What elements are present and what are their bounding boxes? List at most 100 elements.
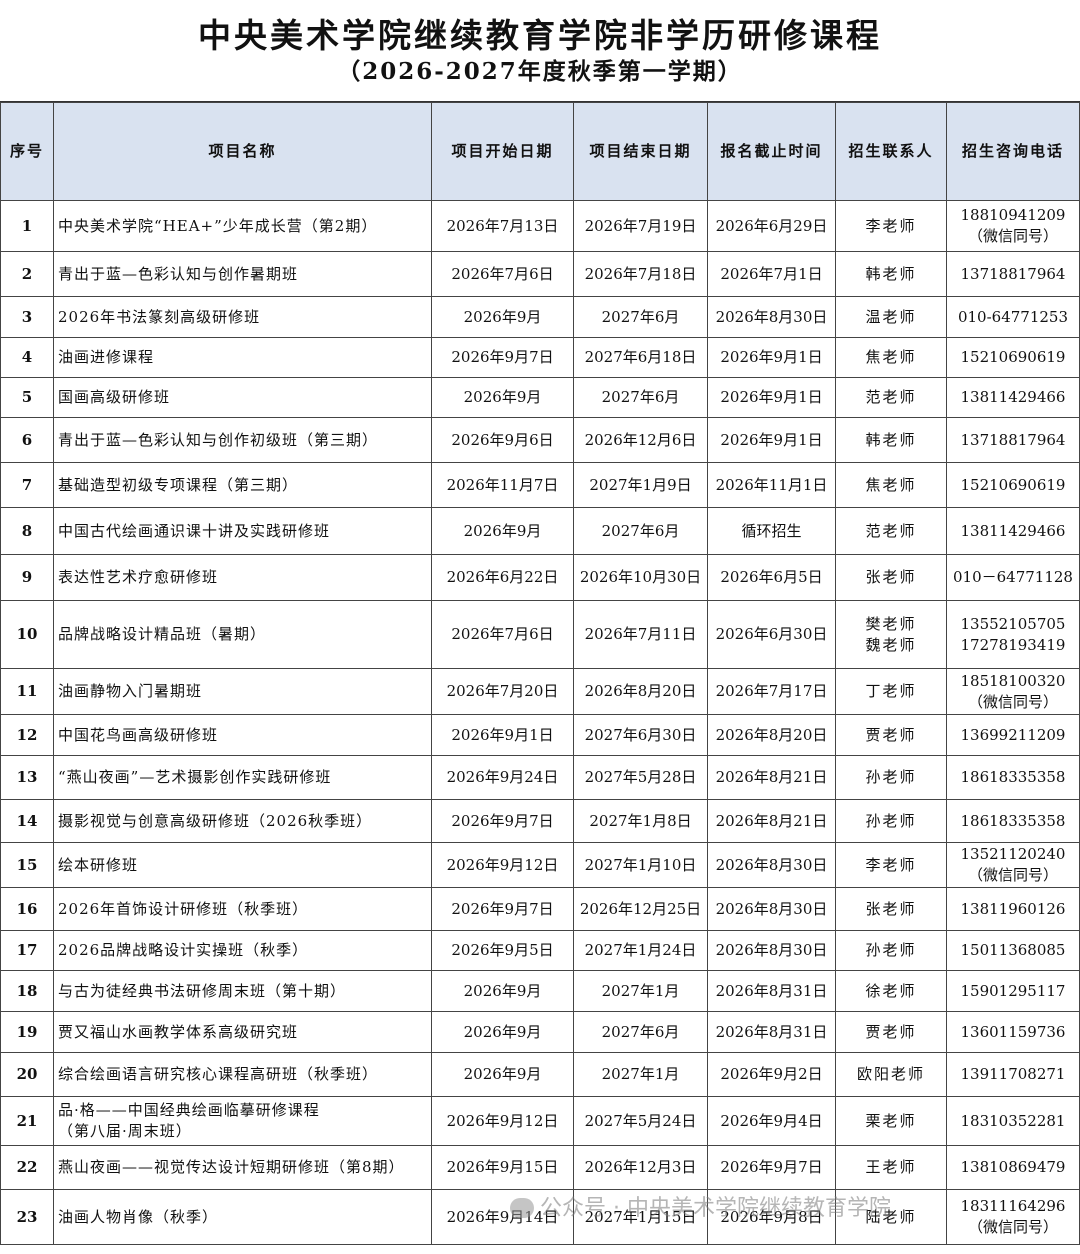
row-start-date: 2026年6月22日 xyxy=(431,554,574,601)
row-phone: 15210690619 xyxy=(946,462,1080,508)
row-index-text: 14 xyxy=(16,811,38,830)
row-phone-text: 15210690619 xyxy=(960,475,1066,494)
row-end-date: 2026年12月6日 xyxy=(573,417,708,463)
row-course-name: 与古为徒经典书法研修周末班（第十期） xyxy=(53,970,432,1012)
row-phone: 18810941209 （微信同号） xyxy=(946,200,1080,252)
row-deadline: 2026年6月5日 xyxy=(707,554,836,601)
row-course-name-text: 与古为徒经典书法研修周末班（第十期） xyxy=(58,981,347,1000)
table-row: 19 贾又福山水画教学体系高级研究班 2026年9月 2027年6月 2026年8月31… xyxy=(0,1011,1080,1053)
row-end-date: 2027年1月 xyxy=(573,1052,708,1097)
row-index-text: 13 xyxy=(16,768,38,786)
table-row: 12 中国花鸟画高级研修班 2026年9月1日 2027年6月30日 2026年8月20… xyxy=(0,714,1080,756)
row-deadline: 2026年9月4日 xyxy=(707,1096,836,1146)
row-end-date: 2026年7月11日 xyxy=(573,600,708,669)
row-end-date: 2027年1月24日 xyxy=(573,930,708,971)
row-index: 7 xyxy=(0,462,54,508)
row-contact: 李老师 xyxy=(835,842,947,888)
row-start-date-text: 2026年9月 xyxy=(463,981,542,1000)
row-end-date: 2027年6月18日 xyxy=(573,337,708,378)
row-deadline-text: 2026年8月30日 xyxy=(715,899,828,918)
row-end-date-text: 2026年12月3日 xyxy=(584,1158,697,1176)
row-contact-text: 焦老师 xyxy=(865,475,917,494)
row-start-date-text: 2026年9月 xyxy=(463,388,542,406)
row-course-name: 基础造型初级专项课程（第三期） xyxy=(53,462,432,508)
row-deadline-text: 2026年6月29日 xyxy=(715,216,828,235)
row-course-name: 贾又福山水画教学体系高级研究班 xyxy=(53,1011,432,1053)
row-contact: 欧阳老师 xyxy=(835,1052,947,1097)
row-contact: 贾老师 xyxy=(835,714,947,756)
row-end-date: 2026年12月3日 xyxy=(573,1145,708,1190)
row-start-date: 2026年9月7日 xyxy=(431,799,574,843)
row-contact: 韩老师 xyxy=(835,251,947,297)
row-end-date-text: 2027年6月30日 xyxy=(584,725,697,744)
row-deadline-text: 2026年8月21日 xyxy=(715,811,828,830)
row-start-date-text: 2026年7月6日 xyxy=(451,625,554,643)
row-index-text: 11 xyxy=(16,682,38,700)
row-end-date: 2026年7月18日 xyxy=(573,251,708,297)
row-contact-text: 王老师 xyxy=(865,1158,917,1176)
row-end-date-text: 2026年12月25日 xyxy=(579,899,702,918)
row-index-text: 16 xyxy=(16,899,38,918)
row-end-date: 2026年10月30日 xyxy=(573,554,708,601)
row-start-date: 2026年9月24日 xyxy=(431,755,574,800)
table-row: 18 与古为徒经典书法研修周末班（第十期） 2026年9月 2027年1月 2026年8… xyxy=(0,970,1080,1012)
row-index: 9 xyxy=(0,554,54,601)
row-contact: 栗老师 xyxy=(835,1096,947,1146)
row-contact-text: 孙老师 xyxy=(865,941,917,959)
row-index-text: 21 xyxy=(16,1111,38,1130)
col-header-contact: 招生联系人 xyxy=(835,102,947,201)
row-phone: 13911708271 xyxy=(946,1052,1080,1097)
row-end-date: 2027年6月 xyxy=(573,296,708,338)
row-course-name-text: 摄影视觉与创意高级研修班（2026秋季班） xyxy=(58,811,373,830)
row-phone-text: 010-64771253 xyxy=(957,307,1069,326)
row-course-name: “燕山夜画”—艺术摄影创作实践研修班 xyxy=(53,755,432,800)
row-deadline: 2026年8月30日 xyxy=(707,296,836,338)
row-course-name-text: 青出于蓝—色彩认知与创作初级班（第三期） xyxy=(58,430,379,449)
row-deadline-text: 2026年8月20日 xyxy=(715,725,828,744)
table-row: 17 2026品牌战略设计实操班（秋季） 2026年9月5日 2027年1月24日 20… xyxy=(0,930,1080,971)
row-start-date-text: 2026年9月 xyxy=(463,307,542,326)
row-end-date-text: 2027年1月15日 xyxy=(584,1207,697,1226)
row-end-date: 2027年1月 xyxy=(573,970,708,1012)
table-row: 14 摄影视觉与创意高级研修班（2026秋季班） 2026年9月7日 2027年1月8… xyxy=(0,799,1080,843)
row-index: 22 xyxy=(0,1145,54,1190)
row-course-name: 油画人物肖像（秋季） xyxy=(53,1189,432,1245)
col-header-name: 项目名称 xyxy=(53,102,432,201)
row-phone: 13521120240 （微信同号） xyxy=(946,842,1080,888)
row-index: 5 xyxy=(0,377,54,418)
row-phone: 18618335358 xyxy=(946,799,1080,843)
row-phone-text: （微信同号） xyxy=(967,227,1058,245)
row-contact-text: 张老师 xyxy=(865,899,917,918)
table-row: 5 国画高级研修班 2026年9月 2027年6月 2026年9月1日 范老师 138114… xyxy=(0,377,1080,418)
row-start-date-text: 2026年9月12日 xyxy=(446,1111,559,1130)
row-contact: 王老师 xyxy=(835,1145,947,1190)
row-deadline-text: 2026年9月8日 xyxy=(720,1207,823,1226)
row-course-name: 品·格——中国经典绘画临摹研修课程 （第八届·周末班） xyxy=(53,1096,432,1146)
row-end-date: 2026年8月20日 xyxy=(573,668,708,715)
row-end-date: 2027年5月24日 xyxy=(573,1096,708,1146)
row-course-name: 2026年书法篆刻高级研修班 xyxy=(53,296,432,338)
row-end-date: 2026年7月19日 xyxy=(573,200,708,252)
row-index-text: 4 xyxy=(21,348,33,366)
row-phone-text: 13811429466 xyxy=(960,388,1066,406)
row-start-date-text: 2026年9月 xyxy=(463,1022,542,1041)
row-index-text: 22 xyxy=(16,1158,38,1176)
row-phone-text: 15901295117 xyxy=(960,981,1066,1000)
row-index-text: 15 xyxy=(16,855,38,874)
row-phone-text: 15011368085 xyxy=(960,941,1066,959)
row-deadline: 2026年9月1日 xyxy=(707,377,836,418)
row-contact: 张老师 xyxy=(835,554,947,601)
row-contact-text: 李老师 xyxy=(865,216,917,235)
row-deadline: 2026年8月30日 xyxy=(707,887,836,931)
row-course-name: 油画进修课程 xyxy=(53,337,432,378)
row-phone-text: （微信同号） xyxy=(967,692,1058,711)
row-end-date-text: 2027年1月 xyxy=(601,1065,680,1083)
row-phone-text: 010－64771128 xyxy=(953,568,1073,586)
row-deadline-text: 2026年9月4日 xyxy=(720,1111,823,1130)
row-contact: 陆老师 xyxy=(835,1189,947,1245)
row-end-date-text: 2027年1月8日 xyxy=(589,811,692,830)
row-course-name-text: 绘本研修班 xyxy=(58,855,139,874)
row-end-date-text: 2026年7月11日 xyxy=(584,625,697,643)
row-deadline-text: 2026年9月7日 xyxy=(720,1158,823,1176)
table-row: 9 表达性艺术疗愈研修班 2026年6月22日 2026年10月30日 2026年6月5… xyxy=(0,554,1080,601)
